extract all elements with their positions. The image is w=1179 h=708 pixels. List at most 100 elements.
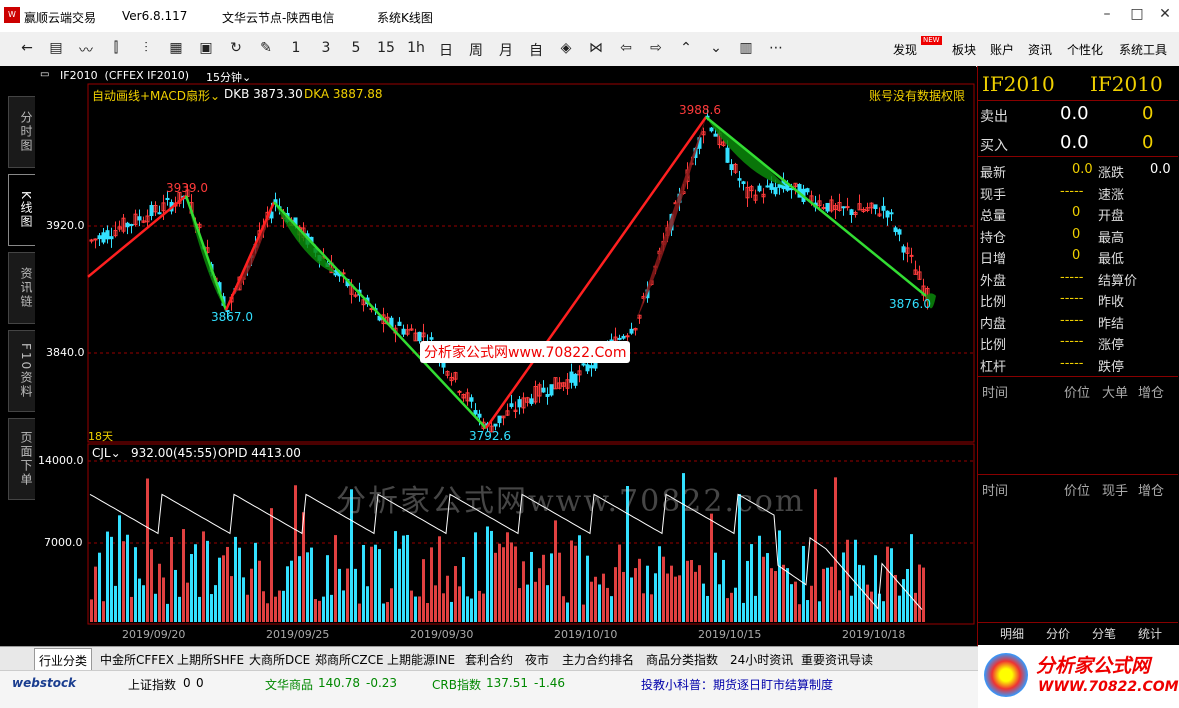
volume-bar xyxy=(334,535,337,622)
candle-body xyxy=(509,403,514,407)
zoom-in-icon[interactable]: ◈ xyxy=(555,40,577,56)
tab-cffex[interactable]: 中金所CFFEX xyxy=(100,651,174,668)
refresh-icon[interactable]: ↻ xyxy=(225,40,247,56)
candle-icon[interactable]: ⫿ xyxy=(105,40,127,56)
trend-line xyxy=(273,201,487,430)
tab-dce[interactable]: 大商所DCE xyxy=(249,651,310,668)
tab-tick[interactable]: 分笔 xyxy=(1092,625,1116,642)
tab-price-split[interactable]: 分价 xyxy=(1046,625,1070,642)
volume-bar xyxy=(618,544,621,622)
tab-kline[interactable]: K线图 xyxy=(8,174,35,246)
discover-button[interactable]: 发现 xyxy=(893,41,917,58)
period-custom-button[interactable]: 自 xyxy=(525,40,547,60)
period-5-button[interactable]: 5 xyxy=(345,40,367,56)
webstock-logo: webstock xyxy=(12,676,77,690)
app-version: Ver6.8.117 xyxy=(122,9,188,23)
period-3-button[interactable]: 3 xyxy=(315,40,337,56)
tab-night[interactable]: 夜市 xyxy=(525,651,549,668)
volume-bar xyxy=(218,557,221,622)
flower-icon xyxy=(984,653,1028,697)
volume-indicator-label: CJL xyxy=(92,446,111,460)
tab-24h-news[interactable]: 24小时资讯 xyxy=(730,651,793,668)
volume-bar xyxy=(714,552,717,622)
period-month-button[interactable]: 月 xyxy=(495,40,517,60)
news-button[interactable]: 资讯 xyxy=(1028,41,1052,58)
minimize-icon[interactable]: – xyxy=(1096,6,1118,26)
tab-key-news[interactable]: 重要资讯导读 xyxy=(801,651,873,668)
volume-bar xyxy=(902,579,905,622)
volume-bar xyxy=(642,593,645,622)
tab-main-rank[interactable]: 主力合约排名 xyxy=(562,651,634,668)
volume-bar xyxy=(806,600,809,622)
list-icon[interactable]: ▤ xyxy=(45,40,67,56)
maximize-icon[interactable]: □ xyxy=(1126,6,1148,26)
volume-bar xyxy=(238,547,241,622)
volume-bar xyxy=(782,564,785,622)
tab-arbitrage[interactable]: 套利合约 xyxy=(465,651,513,668)
volume-bar xyxy=(226,546,229,622)
period-1h-button[interactable]: 1h xyxy=(405,40,427,56)
grid-icon[interactable]: ▦ xyxy=(165,40,187,56)
sector-button[interactable]: 板块 xyxy=(952,41,976,58)
period-selector[interactable]: 15分钟⌄ xyxy=(206,69,251,85)
left-arrow-icon[interactable]: ⇦ xyxy=(615,40,637,56)
draw-icon[interactable]: ✎ xyxy=(255,40,277,56)
tick-col: 价位 xyxy=(1064,386,1091,401)
tab-order[interactable]: 页面下单 xyxy=(8,418,35,500)
volume-label: 14000.0 xyxy=(38,454,84,467)
indicator-selector[interactable]: 自动画线+MACD扇形⌄ xyxy=(92,87,220,104)
volume-bar xyxy=(886,546,889,622)
account-button[interactable]: 账户 xyxy=(990,41,1014,58)
volume-bar xyxy=(814,489,817,622)
volume-indicator-selector[interactable]: CJL⌄ xyxy=(92,446,121,460)
period-day-button[interactable]: 日 xyxy=(435,40,457,60)
right-arrow-icon[interactable]: ⇨ xyxy=(645,40,667,56)
personalize-button[interactable]: 个性化 xyxy=(1067,41,1103,58)
tab-intraday[interactable]: 分时图 xyxy=(8,96,35,168)
quote-label: 昨收 xyxy=(1098,295,1125,310)
candle-body xyxy=(401,328,406,335)
tab-detail[interactable]: 明细 xyxy=(1000,625,1024,642)
volume-bar xyxy=(270,508,273,622)
period-1-button[interactable]: 1 xyxy=(285,40,307,56)
period-week-button[interactable]: 周 xyxy=(465,40,487,60)
tab-f10[interactable]: F10资料 xyxy=(8,330,35,412)
volume-bar xyxy=(98,552,101,622)
tab-commodity-index[interactable]: 商品分类指数 xyxy=(646,651,718,668)
quote-label: 昨结 xyxy=(1098,316,1125,332)
volume-bar xyxy=(666,573,669,622)
volume-bar xyxy=(374,544,377,622)
tab-industry[interactable]: 行业分类 xyxy=(34,648,93,672)
volume-bar xyxy=(122,541,125,622)
system-tools-button[interactable]: 系统工具 xyxy=(1119,41,1167,58)
tab-shfe[interactable]: 上期所SHFE xyxy=(177,651,244,668)
back-icon[interactable]: ← xyxy=(16,40,38,56)
line-chart-icon[interactable]: 〰 xyxy=(75,40,97,60)
bar-icon[interactable]: ⫶ xyxy=(135,40,157,56)
up-icon[interactable]: ⌃ xyxy=(675,40,697,56)
volume-bar xyxy=(490,530,493,622)
tab-czce[interactable]: 郑商所CZCE xyxy=(315,651,384,668)
quote-label: 现手 xyxy=(980,187,1007,203)
close-icon[interactable]: ✕ xyxy=(1154,6,1176,26)
tab-news-chain[interactable]: 资讯链 xyxy=(8,252,35,324)
edu-notice[interactable]: 投教小科普：期货逐日盯市结算制度 xyxy=(641,676,833,693)
candle-body xyxy=(529,398,534,404)
candle-body xyxy=(873,204,878,210)
period-15-button[interactable]: 15 xyxy=(375,40,397,56)
layout-icon[interactable]: ▥ xyxy=(735,40,757,56)
save-icon[interactable]: ▣ xyxy=(195,40,217,56)
volume-bar xyxy=(230,576,233,622)
tab-stats[interactable]: 统计 xyxy=(1138,625,1162,642)
more-icon[interactable]: ⋯ xyxy=(765,40,787,56)
trend-line xyxy=(224,201,276,311)
zoom-out-icon[interactable]: ⋈ xyxy=(585,40,607,56)
volume-bar xyxy=(570,540,573,622)
volume-bar xyxy=(94,566,97,622)
chart-area[interactable]: ▭ IF2010 (CFFEX IF2010) 15分钟⌄ 自动画线+MACD扇… xyxy=(36,66,976,646)
tab-ine[interactable]: 上期能源INE xyxy=(387,651,455,668)
down-icon[interactable]: ⌄ xyxy=(705,40,727,56)
candle-body xyxy=(573,373,578,386)
volume-bar xyxy=(458,586,461,622)
volume-bar xyxy=(266,603,269,622)
